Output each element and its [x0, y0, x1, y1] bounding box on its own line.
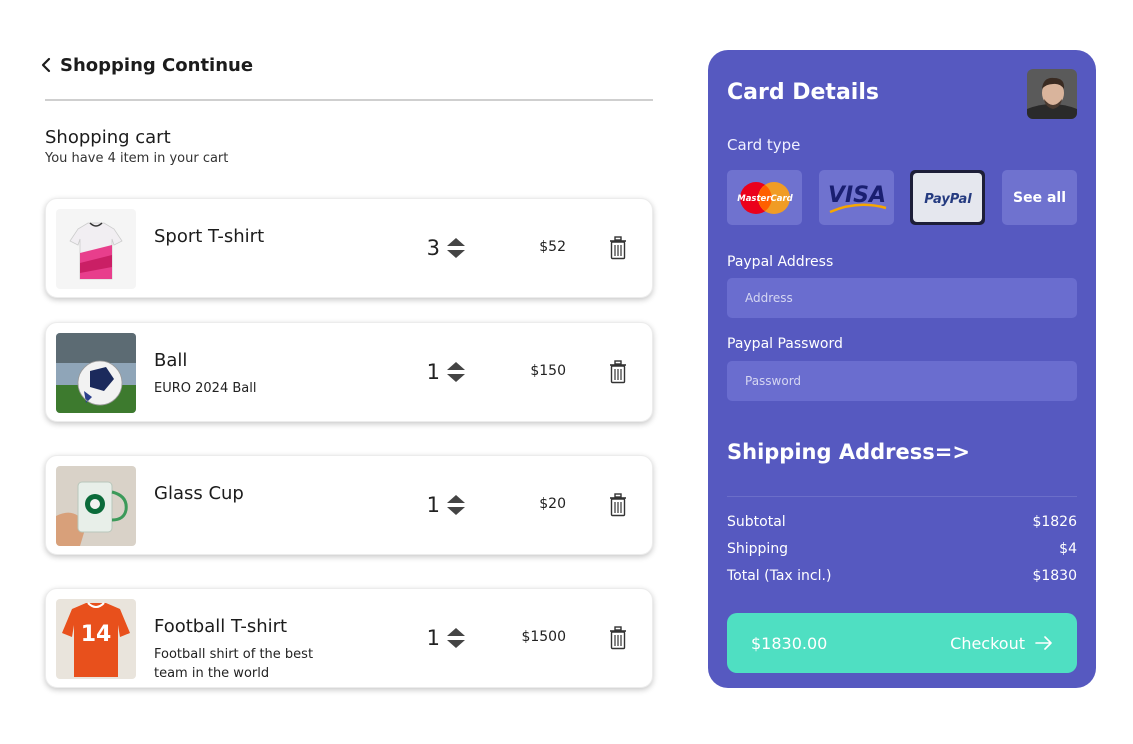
item-description: EURO 2024 Ball: [154, 381, 257, 396]
shipping-row: Shipping $4: [727, 541, 1077, 557]
cart-subtitle: You have 4 item in your cart: [45, 151, 229, 166]
shipping-address-link[interactable]: Shipping Address=>: [727, 440, 970, 464]
quantity-control: 1: [424, 626, 466, 650]
item-name: Football T-shirt: [154, 616, 288, 637]
trash-icon[interactable]: [609, 360, 627, 384]
paypal-logo-icon: PayPal: [924, 192, 972, 207]
shipping-value: $4: [1059, 541, 1077, 557]
cart-item: Sport T-shirt 3 $52: [45, 198, 653, 298]
paypal-address-label: Paypal Address: [727, 254, 834, 270]
quantity-stepper-icon[interactable]: [446, 494, 466, 516]
paypal-option[interactable]: PayPal: [910, 170, 985, 225]
item-name: Sport T-shirt: [154, 226, 265, 247]
divider: [727, 496, 1077, 497]
see-all-button[interactable]: See all: [1002, 170, 1077, 225]
subtotal-value: $1826: [1032, 514, 1077, 530]
paypal-password-input[interactable]: [727, 361, 1077, 401]
cart-item: Glass Cup 1 $20: [45, 455, 653, 555]
item-name: Glass Cup: [154, 483, 244, 504]
quantity-control: 1: [424, 493, 466, 517]
checkout-label: Checkout: [950, 633, 1025, 653]
subtotal-row: Subtotal $1826: [727, 514, 1077, 530]
chevron-left-icon: [41, 57, 51, 73]
item-price: $150: [530, 363, 566, 379]
quantity-value: 1: [426, 493, 440, 517]
item-price: $52: [539, 239, 566, 255]
arrow-right-icon: [1035, 636, 1052, 650]
back-link[interactable]: Shopping Continue: [38, 53, 253, 77]
svg-text:14: 14: [81, 622, 112, 647]
visa-option[interactable]: VISA: [819, 170, 894, 225]
card-type-label: Card type: [727, 136, 801, 154]
avatar[interactable]: [1027, 69, 1077, 119]
total-value: $1830: [1032, 568, 1077, 584]
quantity-stepper-icon[interactable]: [446, 237, 466, 259]
total-label: Total (Tax incl.): [727, 568, 832, 584]
trash-icon[interactable]: [609, 626, 627, 650]
quantity-value: 1: [426, 360, 440, 384]
paypal-address-input[interactable]: [727, 278, 1077, 318]
item-price: $20: [539, 496, 566, 512]
total-row: Total (Tax incl.) $1830: [727, 568, 1077, 584]
product-image-ball: [56, 333, 136, 413]
see-all-label: See all: [1013, 189, 1066, 206]
cart-title: Shopping cart: [45, 127, 171, 148]
item-description: Football shirt of the best team in the w…: [154, 647, 314, 681]
quantity-stepper-icon[interactable]: [446, 627, 466, 649]
mastercard-label: MasterCard: [737, 194, 793, 204]
paypal-password-label: Paypal Password: [727, 336, 843, 352]
quantity-value: 3: [426, 236, 440, 260]
product-image-sport-tshirt: [56, 209, 136, 289]
quantity-control: 3: [424, 236, 466, 260]
shipping-label: Shipping: [727, 541, 789, 557]
product-image-football-shirt: 14: [56, 599, 136, 679]
quantity-stepper-icon[interactable]: [446, 361, 466, 383]
mastercard-option[interactable]: MasterCard: [727, 170, 802, 225]
subtotal-label: Subtotal: [727, 514, 786, 530]
product-image-glass-cup: [56, 466, 136, 546]
divider: [45, 99, 653, 101]
trash-icon[interactable]: [609, 493, 627, 517]
visa-logo-icon: VISA: [827, 183, 886, 213]
item-name: Ball: [154, 350, 188, 371]
mastercard-logo-icon: MasterCard: [737, 181, 793, 214]
checkout-button[interactable]: $1830.00 Checkout: [727, 613, 1077, 673]
item-price: $1500: [521, 629, 566, 645]
cart-item: 14 Football T-shirt Football shirt of th…: [45, 588, 653, 688]
quantity-control: 1: [424, 360, 466, 384]
quantity-value: 1: [426, 626, 440, 650]
card-details-title: Card Details: [727, 80, 879, 105]
paypal-label: PayPal: [924, 192, 972, 207]
checkout-amount: $1830.00: [751, 633, 828, 653]
back-label: Shopping Continue: [60, 54, 254, 76]
card-details-panel: Card Details Card type MasterCard VISA P…: [708, 50, 1096, 688]
cart-item: Ball EURO 2024 Ball 1 $150: [45, 322, 653, 422]
trash-icon[interactable]: [609, 236, 627, 260]
